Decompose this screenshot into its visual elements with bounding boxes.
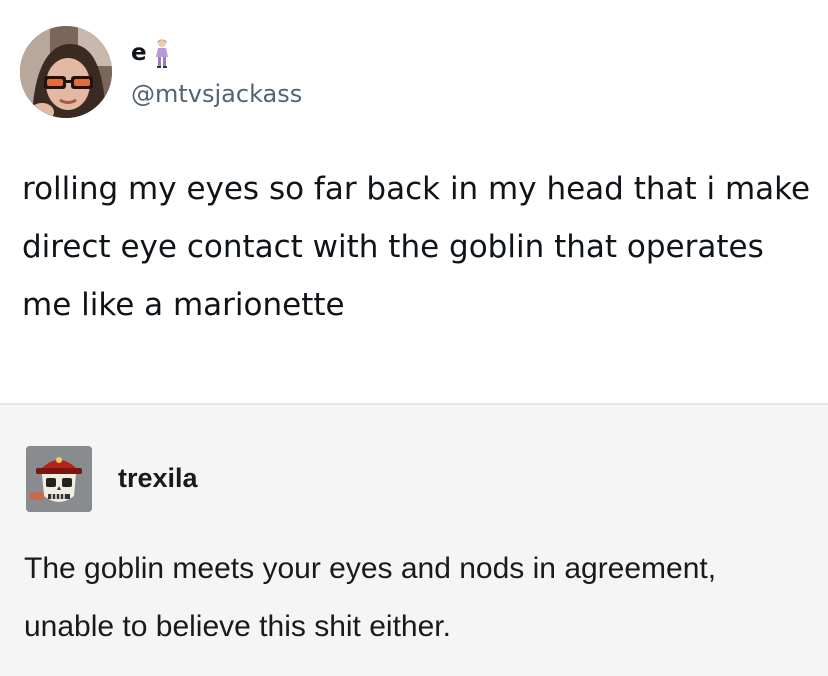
tweet-avatar[interactable] — [20, 26, 112, 118]
tweet-handle[interactable]: @mtvsjackass — [131, 80, 302, 108]
tweet-author-name-row: e — [131, 38, 171, 68]
reply-card: trexila The goblin meets your eyes and n… — [0, 405, 828, 676]
tweet-text: rolling my eyes so far back in my head t… — [22, 171, 811, 323]
skull-mascot-avatar-icon — [26, 446, 92, 512]
reply-avatar[interactable] — [26, 446, 92, 512]
woman-standing-emoji-icon — [155, 39, 168, 68]
reply-text: The goblin meets your eyes and nods in a… — [24, 552, 717, 643]
reply-username[interactable]: trexila — [118, 463, 198, 494]
tweet-display-name[interactable]: e — [131, 40, 147, 66]
tweet-card: e @mtvsjackass rolling my eyes so far ba… — [0, 0, 828, 404]
profile-photo-icon — [20, 26, 112, 118]
